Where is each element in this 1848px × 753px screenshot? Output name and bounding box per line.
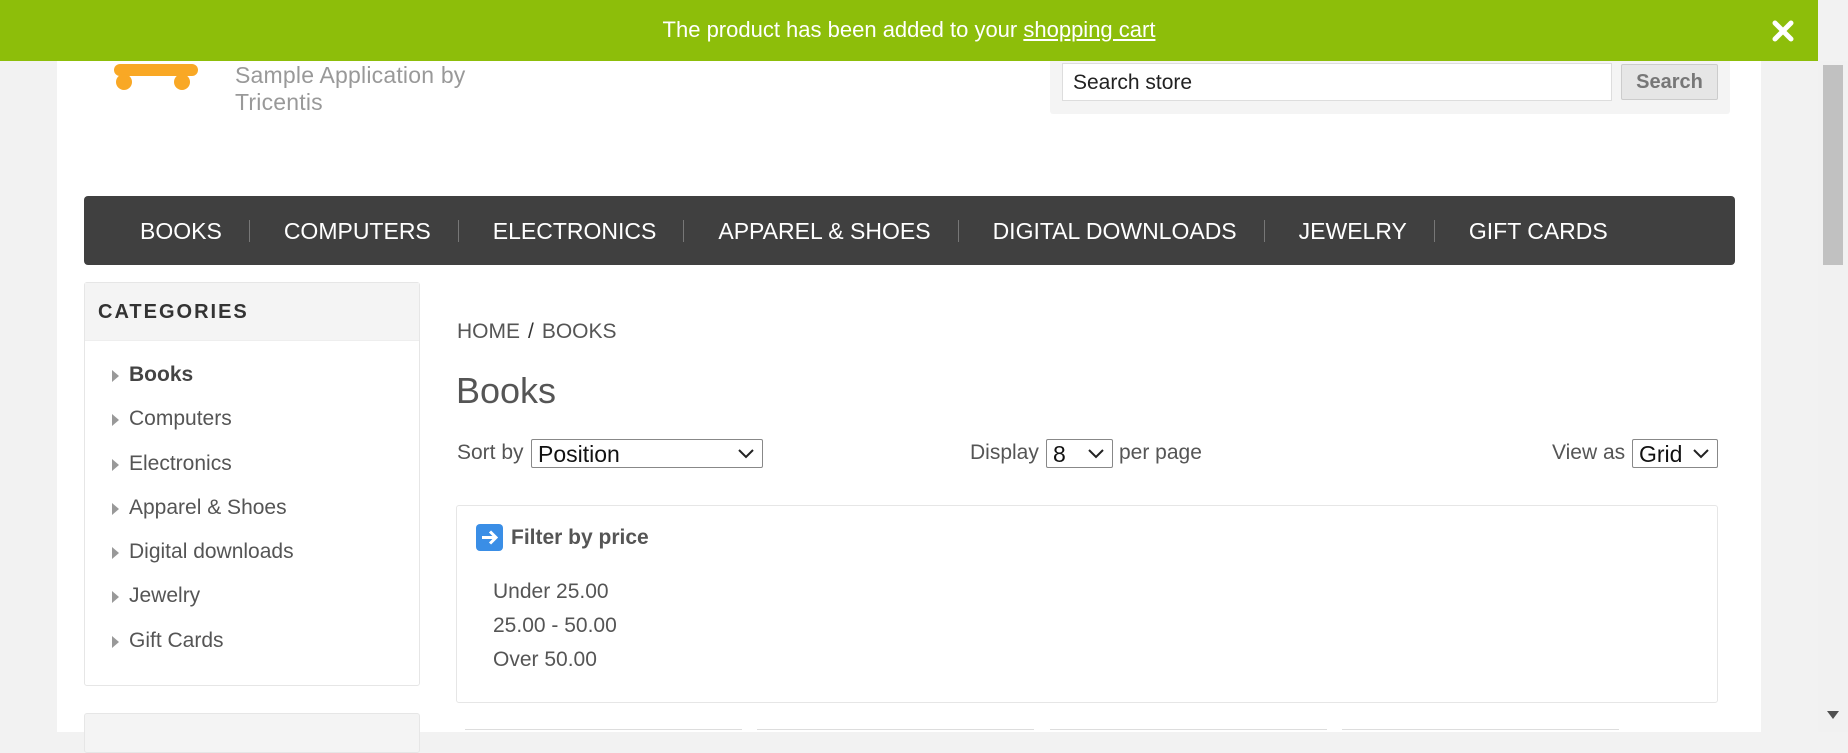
category-label[interactable]: Jewelry xyxy=(129,584,200,607)
scrollbar-thumb[interactable] xyxy=(1823,65,1843,265)
menu-item-electronics[interactable]: ELECTRONICS xyxy=(459,219,685,242)
menu-item-gift-cards[interactable]: GIFT CARDS xyxy=(1435,219,1635,242)
category-item-books[interactable]: Books xyxy=(85,353,419,397)
chevron-down-icon xyxy=(1693,449,1709,459)
sort-by-value: Position xyxy=(538,441,620,467)
display-label: Display xyxy=(970,441,1039,464)
triangle-right-icon xyxy=(112,635,119,648)
chevron-down-icon xyxy=(738,449,754,459)
category-item-digital-downloads[interactable]: Digital downloads xyxy=(85,530,419,574)
sidebar-next-block xyxy=(84,713,420,753)
filter-title: Filter by price xyxy=(511,526,649,549)
product-card[interactable] xyxy=(465,729,742,736)
category-label[interactable]: Computers xyxy=(129,407,232,430)
categories-title: CATEGORIES xyxy=(85,283,419,341)
breadcrumb: HOME / BOOKS xyxy=(457,320,617,344)
category-label[interactable]: Apparel & Shoes xyxy=(129,496,287,519)
sort-by-label: Sort by xyxy=(457,441,524,464)
menu-item-digital-downloads[interactable]: DIGITAL DOWNLOADS xyxy=(959,219,1265,242)
category-item-apparel-shoes[interactable]: Apparel & Shoes xyxy=(85,486,419,530)
category-label[interactable]: Books xyxy=(129,363,193,386)
shopping-cart-link[interactable]: shopping cart xyxy=(1023,17,1155,42)
category-item-computers[interactable]: Computers xyxy=(85,397,419,441)
price-filter: Filter by price Under 25.00 25.00 - 50.0… xyxy=(456,505,1718,703)
triangle-right-icon xyxy=(112,547,119,560)
sort-by-select[interactable]: Position xyxy=(531,439,763,468)
product-card[interactable] xyxy=(1342,729,1619,736)
page-size-value: 8 xyxy=(1053,441,1066,467)
triangle-right-icon xyxy=(112,414,119,427)
arrow-right-icon xyxy=(476,524,503,551)
triangle-right-icon xyxy=(112,370,119,382)
logo-tagline: Sample Application by Tricentis xyxy=(235,62,466,115)
menu-item-books[interactable]: BOOKS xyxy=(112,219,250,242)
menu-item-apparel-shoes[interactable]: APPAREL & SHOES xyxy=(684,219,959,242)
search-button[interactable]: Search xyxy=(1621,64,1718,100)
breadcrumb-separator: / xyxy=(528,320,534,343)
triangle-right-icon xyxy=(112,591,119,604)
notification-bar: The product has been added to your shopp… xyxy=(0,0,1818,61)
scroll-down-icon[interactable] xyxy=(1827,711,1839,719)
category-item-jewelry[interactable]: Jewelry xyxy=(85,574,419,618)
categories-list: Books Computers Electronics Apparel & Sh… xyxy=(85,341,419,663)
search-input[interactable]: Search store xyxy=(1062,63,1612,101)
close-icon[interactable] xyxy=(1772,20,1794,42)
triangle-right-icon xyxy=(112,458,119,471)
product-card[interactable] xyxy=(1050,729,1327,736)
price-option-under-25[interactable]: Under 25.00 xyxy=(493,575,617,609)
view-as-label: View as xyxy=(1552,441,1626,464)
category-item-gift-cards[interactable]: Gift Cards xyxy=(85,619,419,663)
breadcrumb-current[interactable]: BOOKS xyxy=(542,320,617,343)
per-page-label: per page xyxy=(1119,441,1202,464)
triangle-right-icon xyxy=(112,502,119,515)
price-option-25-50[interactable]: 25.00 - 50.00 xyxy=(493,609,617,643)
price-filter-list: Under 25.00 25.00 - 50.00 Over 50.00 xyxy=(493,575,617,677)
chevron-down-icon xyxy=(1088,449,1104,459)
menu-item-computers[interactable]: COMPUTERS xyxy=(250,219,459,242)
page-title: Books xyxy=(456,370,557,411)
search-box: Search store Search xyxy=(1050,52,1730,114)
breadcrumb-home[interactable]: HOME xyxy=(457,320,520,343)
view-as-value: Grid xyxy=(1639,441,1683,467)
price-option-over-50[interactable]: Over 50.00 xyxy=(493,643,617,677)
category-label[interactable]: Gift Cards xyxy=(129,629,224,652)
scrollbar[interactable] xyxy=(1818,61,1848,732)
product-card[interactable] xyxy=(757,729,1034,736)
page-size-select[interactable]: 8 xyxy=(1046,439,1113,468)
category-item-electronics[interactable]: Electronics xyxy=(85,442,419,486)
view-as-select[interactable]: Grid xyxy=(1632,439,1718,468)
top-menu: BOOKS COMPUTERS ELECTRONICS APPAREL & SH… xyxy=(84,196,1735,265)
category-label[interactable]: Digital downloads xyxy=(129,540,294,563)
notification-text: The product has been added to your xyxy=(662,17,1024,42)
categories-block: CATEGORIES Books Computers Electronics A… xyxy=(84,282,420,686)
category-label[interactable]: Electronics xyxy=(129,452,232,475)
menu-item-jewelry[interactable]: JEWELRY xyxy=(1265,219,1435,242)
